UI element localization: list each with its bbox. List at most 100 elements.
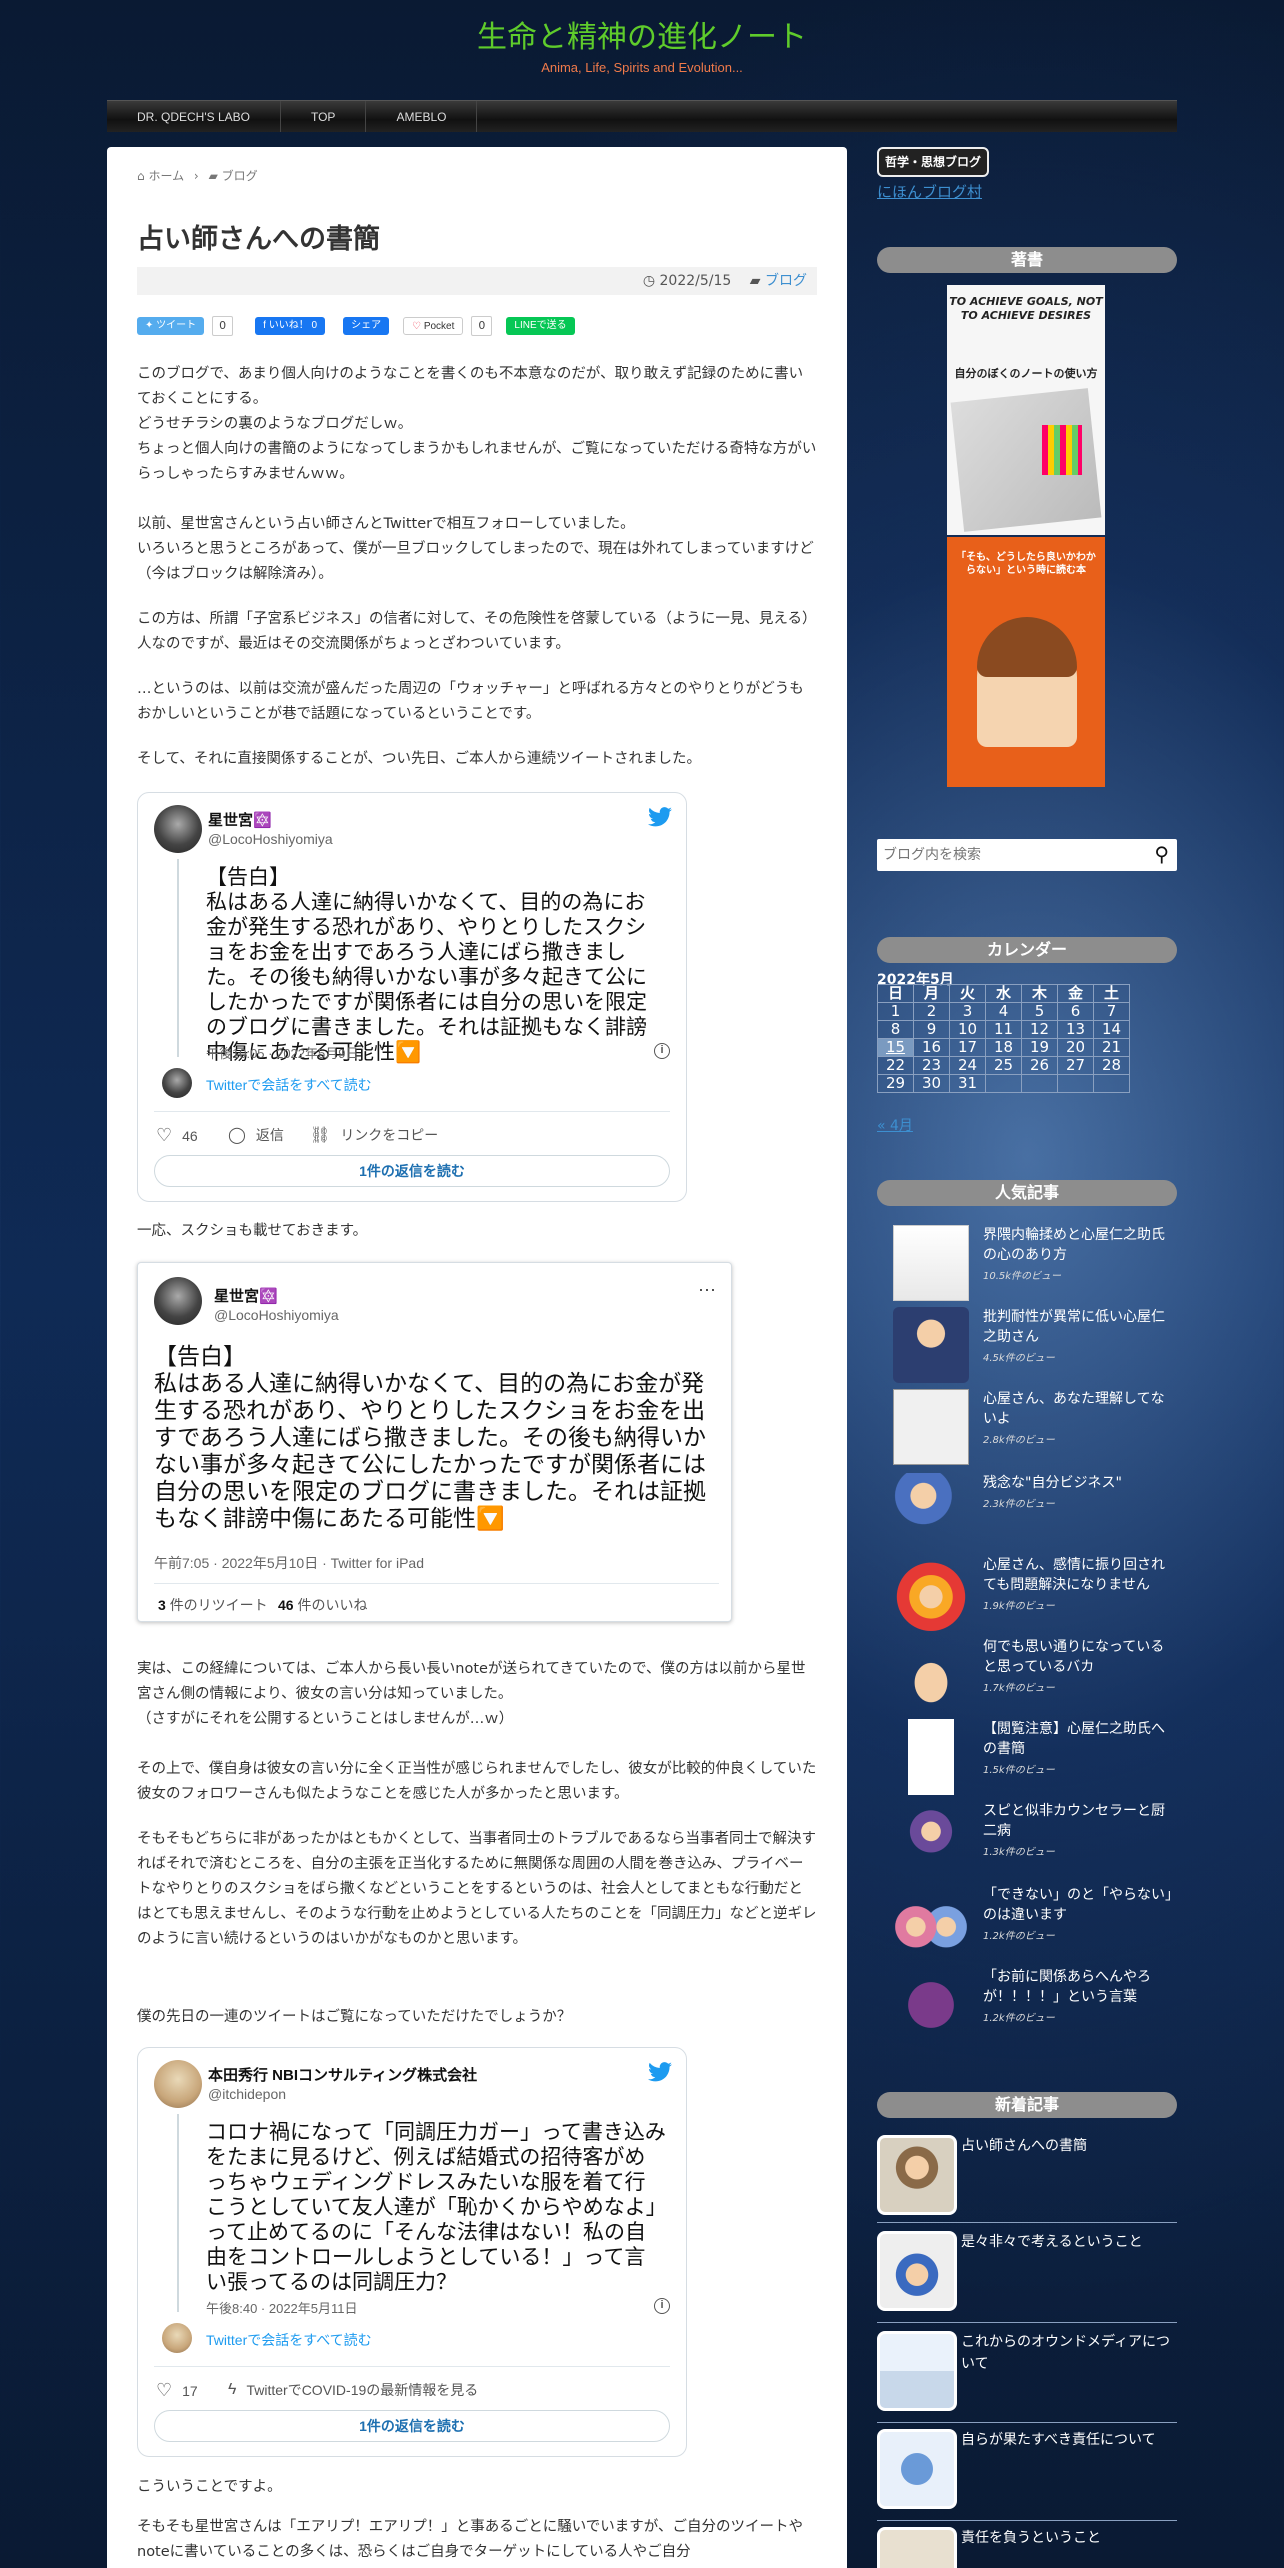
popular-views: 1.2k件のビュー bbox=[983, 1931, 1055, 1942]
avatar[interactable] bbox=[162, 2323, 192, 2353]
popular-title[interactable]: 心屋さん、あなた理解してないよ bbox=[983, 1389, 1173, 1429]
tweet-timestamp[interactable]: 午後8:40 · 2022年5月11日 bbox=[206, 2298, 358, 2317]
popular-item[interactable]: 界隈内輪揉めと心屋仁之助氏の心のあり方 10.5k件のビュー bbox=[893, 1225, 1173, 1305]
twitter-bird-icon[interactable] bbox=[648, 807, 672, 827]
tweet-author-handle[interactable]: @itchidepon bbox=[208, 2086, 286, 2102]
read-replies-button[interactable]: 1件の返信を読む bbox=[154, 2410, 670, 2442]
facebook-like-button[interactable]: f いいね！ 0 bbox=[255, 317, 326, 335]
paragraph-6: 一応、スクショも載せておきます。 bbox=[137, 1223, 368, 1239]
book-cover-1[interactable]: TO ACHIEVE GOALS, NOT TO ACHIEVE DESIRES… bbox=[947, 285, 1105, 535]
calendar-day: 29 bbox=[877, 1074, 914, 1093]
share-buttons: ✦ ツイート 0 f いいね！ 0 シェア ♡ Pocket 0 LINEで送る bbox=[137, 315, 575, 337]
popular-title[interactable]: 残念な"自分ビジネス" bbox=[983, 1473, 1173, 1493]
popular-title[interactable]: 何でも思い通りになっていると思っているバカ bbox=[983, 1637, 1173, 1677]
pocket-button[interactable]: ♡ Pocket bbox=[403, 317, 464, 335]
copy-link-action[interactable]: ⛓ リンクをコピー bbox=[310, 1125, 438, 1145]
popular-title[interactable]: 【閲覧注意】心屋仁之助氏への書簡 bbox=[983, 1719, 1173, 1759]
site-header: 生命と精神の進化ノート Anima, Life, Spirits and Evo… bbox=[0, 0, 1284, 100]
like-action[interactable]: ♡ 46 bbox=[156, 1125, 198, 1146]
clock-icon: ◷ bbox=[642, 273, 656, 289]
calendar-day: 10 bbox=[949, 1020, 986, 1039]
read-conversation-link[interactable]: Twitterで会話をすべて読む bbox=[206, 1075, 372, 1095]
post-category-link[interactable]: ブログ bbox=[765, 273, 807, 289]
new-post-thumbnail bbox=[877, 2527, 957, 2568]
popular-title[interactable]: 「できない」のと「やらない」のは違います bbox=[983, 1885, 1173, 1925]
new-post-title[interactable]: 是々非々で考えるということ bbox=[961, 2231, 1177, 2253]
calendar-day: 11 bbox=[985, 1020, 1022, 1039]
calendar-day: 13 bbox=[1057, 1020, 1094, 1039]
popular-title[interactable]: 界隈内輪揉めと心屋仁之助氏の心のあり方 bbox=[983, 1225, 1173, 1265]
popular-item[interactable]: 何でも思い通りになっていると思っているバカ 1.7k件のビュー bbox=[893, 1637, 1173, 1717]
new-post-item[interactable]: これからのオウンドメディアについて bbox=[877, 2331, 1177, 2423]
popular-item[interactable]: 批判耐性が異常に低い心屋仁之助さん 4.5k件のビュー bbox=[893, 1307, 1173, 1387]
read-replies-button[interactable]: 1件の返信を読む bbox=[154, 1155, 670, 1187]
new-post-title[interactable]: 自らが果たすべき責任について bbox=[961, 2429, 1177, 2451]
covid-info-link[interactable]: ϟ TwitterでCOVID-19の最新情報を見る bbox=[228, 2380, 478, 2400]
breadcrumb-category[interactable]: ブログ bbox=[222, 169, 258, 183]
new-post-item[interactable]: 占い師さんへの書簡 bbox=[877, 2135, 1177, 2223]
ranking-link[interactable]: にほんブログ村 bbox=[877, 181, 982, 202]
popular-item[interactable]: スピと似非カウンセラーと厨二病 1.3k件のビュー bbox=[893, 1801, 1173, 1881]
avatar[interactable] bbox=[154, 805, 202, 853]
popular-title[interactable]: 心屋さん、感情に振り回されても問題解決になりません bbox=[983, 1555, 1173, 1595]
covid-info-label: TwitterでCOVID-19の最新情報を見る bbox=[246, 2382, 479, 2398]
site-title[interactable]: 生命と精神の進化ノート bbox=[0, 12, 1284, 56]
new-post-item[interactable]: 責任を負うということ bbox=[877, 2527, 1177, 2568]
reply-action[interactable]: ◯ 返信 bbox=[228, 1125, 284, 1145]
new-post-title[interactable]: これからのオウンドメディアについて bbox=[961, 2331, 1177, 2375]
calendar-day: 5 bbox=[1021, 1002, 1058, 1021]
read-conversation-link[interactable]: Twitterで会話をすべて読む bbox=[206, 2330, 372, 2350]
like-action[interactable]: ♡ 17 bbox=[156, 2380, 198, 2401]
embedded-tweet-2[interactable]: 本田秀行 NBIコンサルティング株式会社 @itchidepon コロナ禍になっ… bbox=[137, 2047, 687, 2457]
twitter-bird-icon[interactable] bbox=[648, 2062, 672, 2082]
divider bbox=[154, 1583, 719, 1584]
popular-title[interactable]: スピと似非カウンセラーと厨二病 bbox=[983, 1801, 1173, 1841]
tweet-count: 0 bbox=[212, 316, 234, 336]
new-post-title[interactable]: 責任を負うということ bbox=[961, 2527, 1177, 2549]
tweet-author-handle[interactable]: @LocoHoshiyomiya bbox=[208, 831, 333, 847]
popular-item[interactable]: 心屋さん、感情に振り回されても問題解決になりません 1.9k件のビュー bbox=[893, 1555, 1173, 1635]
embedded-tweet-1[interactable]: 星世宮🔯 @LocoHoshiyomiya 【告白】 私はある人達に納得いかなく… bbox=[137, 792, 687, 1202]
tweet-author-name[interactable]: 本田秀行 NBIコンサルティング株式会社 bbox=[208, 2064, 477, 2085]
ranking-badge[interactable]: 哲学・思想ブログ bbox=[877, 147, 990, 177]
new-post-item[interactable]: 自らが果たすべき責任について bbox=[877, 2429, 1177, 2521]
search-icon[interactable]: ⚲ bbox=[1154, 842, 1169, 866]
popular-title[interactable]: 批判耐性が異常に低い心屋仁之助さん bbox=[983, 1307, 1173, 1347]
nav-item-top[interactable]: TOP bbox=[281, 101, 367, 132]
nav-item-labo[interactable]: DR. QDECH'S LABO bbox=[107, 101, 281, 132]
popular-item[interactable]: 残念な"自分ビジネス" 2.3k件のビュー bbox=[893, 1473, 1173, 1553]
breadcrumb-home[interactable]: ホーム bbox=[148, 169, 184, 183]
popular-views: 10.5k件のビュー bbox=[983, 1271, 1062, 1282]
popular-item[interactable]: 【閲覧注意】心屋仁之助氏への書簡 1.5k件のビュー bbox=[893, 1719, 1173, 1799]
new-post-thumbnail bbox=[877, 2429, 957, 2509]
popular-item[interactable]: 「お前に関係あらへんやろが！！！！」という言葉 1.2k件のビュー bbox=[893, 1967, 1173, 2047]
popular-item[interactable]: 「できない」のと「やらない」のは違います 1.2k件のビュー bbox=[893, 1885, 1173, 1965]
calendar-day-header: 土 bbox=[1093, 984, 1130, 1003]
avatar[interactable] bbox=[154, 2060, 202, 2108]
avatar[interactable] bbox=[162, 1068, 192, 1098]
popular-item[interactable]: 心屋さん、あなた理解してないよ 2.8k件のビュー bbox=[893, 1389, 1173, 1469]
info-icon[interactable]: i bbox=[654, 2298, 670, 2314]
tweet-timestamp: 午前7:05 · 2022年5月10日 · Twitter for iPad bbox=[154, 1555, 424, 1571]
pocket-count: 0 bbox=[471, 316, 493, 336]
popular-title[interactable]: 「お前に関係あらへんやろが！！！！」という言葉 bbox=[983, 1967, 1173, 2007]
book-cover-2[interactable]: 「そも、どうしたら良いかわからない」という時に読む本 bbox=[947, 537, 1105, 787]
line-share-button[interactable]: LINEで送る bbox=[506, 317, 575, 335]
tweet-share-button[interactable]: ✦ ツイート bbox=[137, 317, 205, 335]
calendar-day bbox=[1057, 1074, 1094, 1093]
nav-item-ameblo[interactable]: AMEBLO bbox=[366, 101, 478, 132]
tweet-author-name[interactable]: 星世宮🔯 bbox=[208, 809, 272, 830]
calendar-prev-month[interactable]: « 4月 bbox=[877, 1115, 913, 1135]
facebook-share-button[interactable]: シェア bbox=[343, 317, 390, 335]
calendar-day: 22 bbox=[877, 1056, 914, 1075]
paragraph-5: そして、それに直接関係することが、つい先日、ご本人から連続ツイートされました。 bbox=[137, 751, 702, 767]
sticky-notes-image bbox=[1042, 425, 1082, 475]
new-post-item[interactable]: 是々非々で考えるということ bbox=[877, 2231, 1177, 2323]
tweet-timestamp[interactable]: 午後10:05 · 2022年5月9日 bbox=[206, 1043, 358, 1062]
reply-label: 返信 bbox=[255, 1127, 284, 1143]
calendar-day-today[interactable]: 15 bbox=[877, 1038, 914, 1057]
popular-thumbnail bbox=[893, 1801, 969, 1877]
new-post-title[interactable]: 占い師さんへの書簡 bbox=[961, 2135, 1177, 2157]
search-input[interactable] bbox=[883, 843, 1133, 867]
info-icon[interactable]: i bbox=[654, 1043, 670, 1059]
